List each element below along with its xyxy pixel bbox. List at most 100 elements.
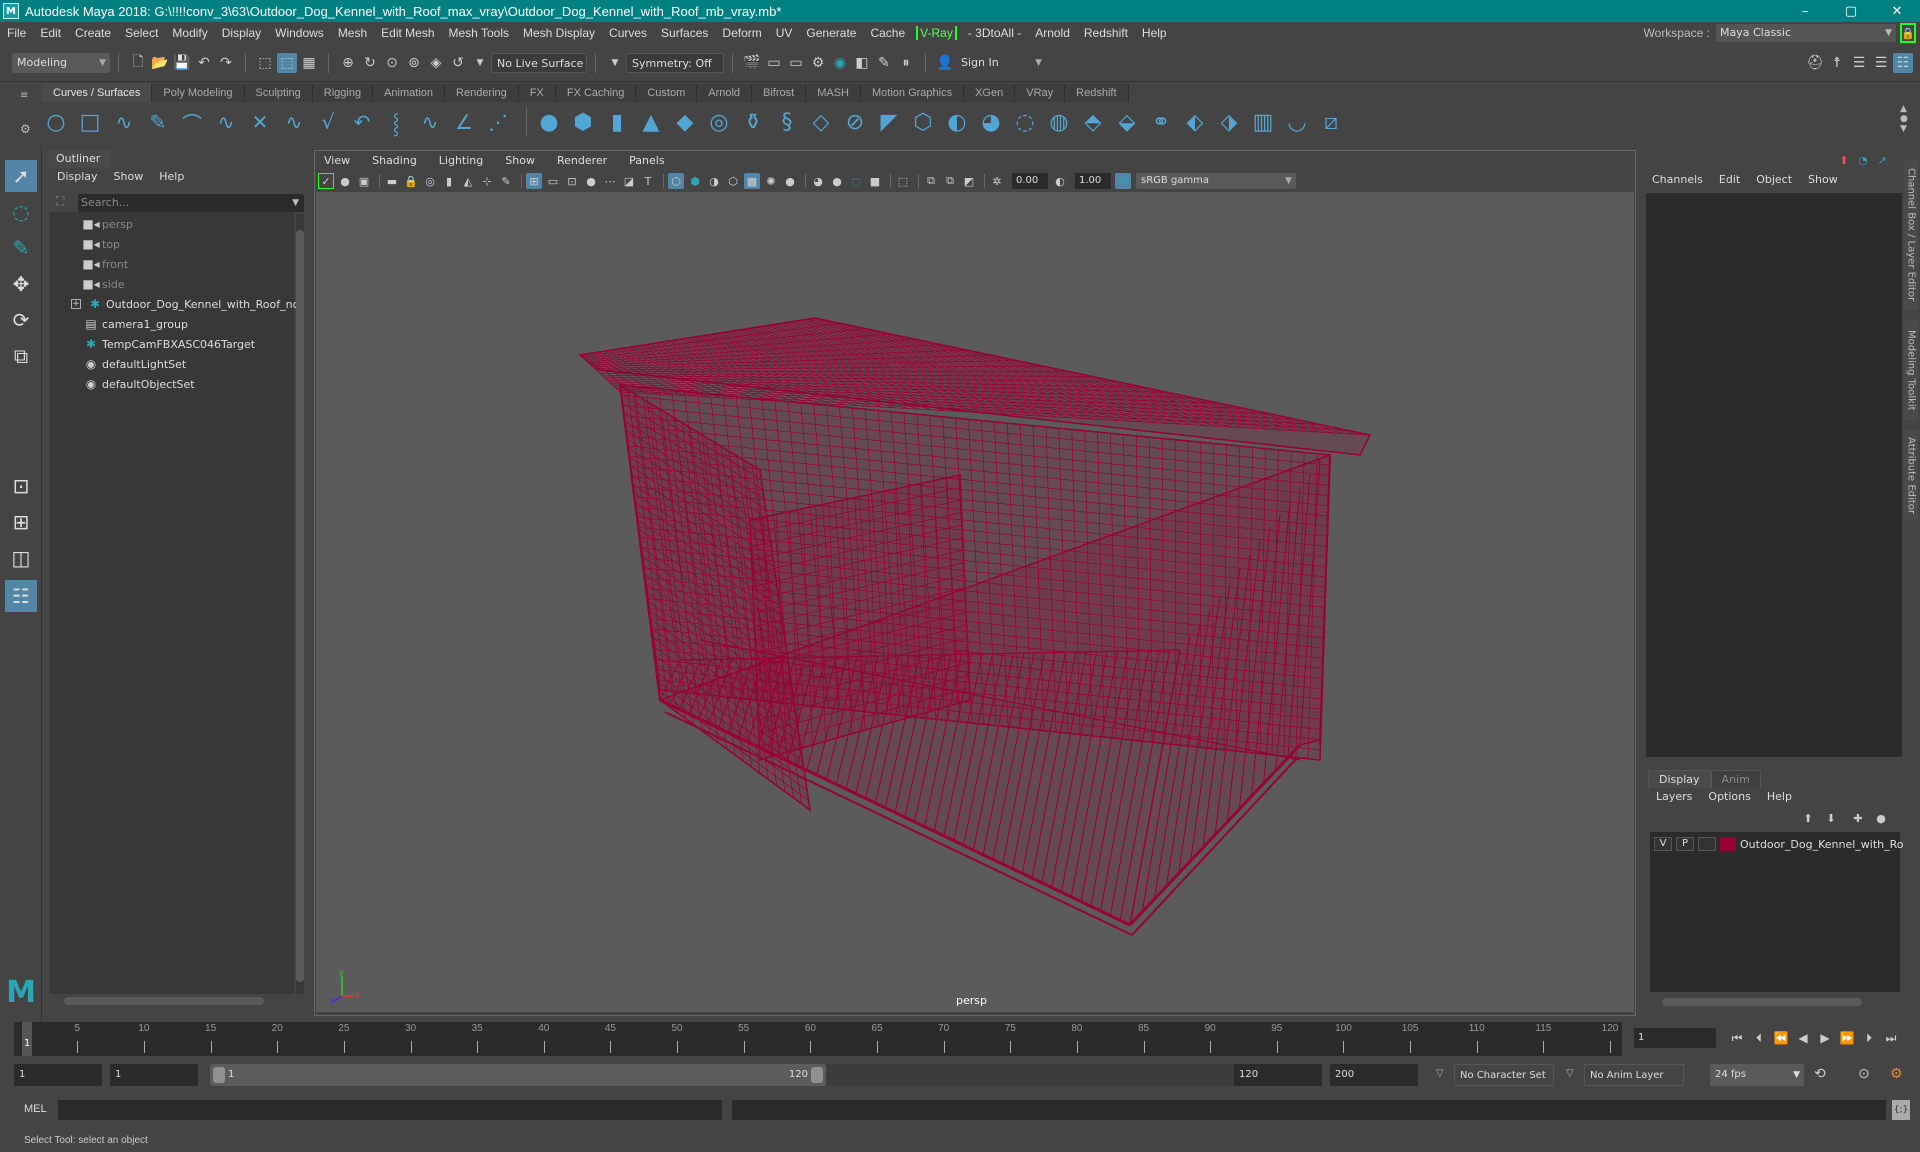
persp-outliner-layout-icon[interactable]: ◫ — [5, 542, 37, 574]
menu-file[interactable]: File — [0, 26, 33, 40]
move-tool-icon[interactable]: ✥ — [5, 268, 37, 300]
go-to-end-icon[interactable]: ⏭ — [1880, 1028, 1902, 1048]
anim-layer-arrow-icon[interactable]: ▽ — [1566, 1068, 1574, 1079]
loop-icon[interactable]: ⟲ — [1814, 1066, 1826, 1082]
menu-curves[interactable]: Curves — [602, 26, 654, 40]
outliner-menu-show[interactable]: Show — [114, 170, 144, 183]
outliner-item-front[interactable]: ■◂ front — [82, 254, 128, 274]
menu-vray[interactable]: V-Ray — [916, 26, 957, 40]
menu-cache[interactable]: Cache — [863, 26, 912, 40]
bezier-curve-icon[interactable]: ✕ — [246, 108, 274, 136]
screen-space-ao-icon[interactable]: ◕ — [810, 173, 826, 189]
symmetry-arrow-icon[interactable]: ▼ — [605, 53, 625, 73]
layer-horizontal-scrollbar[interactable] — [1650, 996, 1900, 1008]
modeling-toolkit-icon[interactable]: ⛑ — [1805, 53, 1825, 73]
xray-active-components-icon[interactable]: ⧉ — [942, 173, 958, 189]
sign-in-user-icon[interactable]: 👤 — [935, 53, 955, 73]
render-view-icon[interactable]: 🎬 — [742, 53, 762, 73]
layer-tab-display[interactable]: Display — [1648, 770, 1711, 788]
nurbs-torus-icon[interactable]: ◎ — [705, 108, 733, 136]
viewport-menu-lighting[interactable]: Lighting — [439, 154, 483, 167]
boundary-icon[interactable]: ⬡ — [909, 108, 937, 136]
command-language-label[interactable]: MEL — [24, 1103, 47, 1115]
menu-help[interactable]: Help — [1135, 26, 1174, 40]
snap-point-icon[interactable]: ⊙ — [382, 53, 402, 73]
depth-of-field-icon[interactable]: ■ — [867, 173, 883, 189]
make-live-icon[interactable]: ↺ — [448, 53, 468, 73]
image-plane-icon[interactable]: ◭ — [460, 173, 476, 189]
four-view-icon[interactable]: ⊞ — [5, 506, 37, 538]
revolve-icon[interactable]: ⚱ — [739, 108, 767, 136]
outliner-vertical-scrollbar[interactable] — [296, 214, 304, 994]
maximize-button[interactable]: ▢ — [1828, 0, 1874, 22]
safe-action-icon[interactable]: ◪ — [621, 173, 637, 189]
select-camera-icon[interactable]: ▬ — [384, 173, 400, 189]
safe-title-icon[interactable]: T — [640, 173, 656, 189]
camera-attributes-icon[interactable]: ◎ — [422, 173, 438, 189]
outliner-item-default-object-set[interactable]: ◉ defaultObjectSet — [84, 374, 195, 394]
select-tool-icon[interactable]: ➚ — [5, 160, 37, 192]
shelf-tab-motion-graphics[interactable]: Motion Graphics — [861, 84, 965, 102]
layer-menu-help[interactable]: Help — [1767, 790, 1792, 803]
viewport-menu-renderer[interactable]: Renderer — [557, 154, 607, 167]
menu-edit-mesh[interactable]: Edit Mesh — [374, 26, 441, 40]
menu-create[interactable]: Create — [68, 26, 118, 40]
play-forwards-icon[interactable]: ▶ — [1814, 1028, 1836, 1048]
shelf-tab-xgen[interactable]: XGen — [964, 84, 1016, 102]
expand-icon[interactable]: + — [71, 299, 81, 309]
shelf-tab-vray[interactable]: VRay — [1015, 84, 1066, 102]
surface-editing-icon[interactable]: ⧄ — [1317, 108, 1345, 136]
shelf-menu-icon[interactable]: ≡ — [20, 90, 28, 101]
nurbs-cylinder-icon[interactable]: ▮ — [603, 108, 631, 136]
motion-blur-icon[interactable]: ● — [829, 173, 845, 189]
snap-grid-icon[interactable]: ⊕ — [338, 53, 358, 73]
cv-curve-tool-icon[interactable]: ∿ — [212, 108, 240, 136]
wireframe-icon[interactable]: ⬡ — [668, 173, 684, 189]
grease-pencil-icon[interactable]: ✎ — [498, 173, 514, 189]
side-tab-attribute-editor[interactable]: Attribute Editor — [1904, 430, 1918, 520]
redo-icon[interactable]: ↷ — [216, 53, 236, 73]
color-management-toggle-icon[interactable]: ON — [1115, 173, 1131, 189]
outliner-item-kennel[interactable]: + ✱ Outdoor_Dog_Kennel_with_Roof_ncl — [71, 294, 302, 314]
start-frame-field[interactable]: 1 — [14, 1064, 102, 1086]
viewport-menu-show[interactable]: Show — [505, 154, 535, 167]
bookmark-icon[interactable]: ▮ — [441, 173, 457, 189]
layer-display-type-toggle[interactable] — [1698, 837, 1716, 851]
smooth-shade-icon[interactable]: ⬢ — [687, 173, 703, 189]
go-to-start-icon[interactable]: ⏮ — [1726, 1028, 1748, 1048]
move-layer-up-icon[interactable]: ⬆ — [1800, 810, 1816, 826]
rotate-tool-icon[interactable]: ⟳ — [5, 304, 37, 336]
menu-redshift[interactable]: Redshift — [1077, 26, 1135, 40]
resolution-gate-icon[interactable]: ⊡ — [564, 173, 580, 189]
outliner-tab[interactable]: Outliner — [48, 150, 110, 168]
trim-tool-icon[interactable]: ⬘ — [1079, 108, 1107, 136]
single-perspective-view-icon[interactable]: ⊡ — [5, 470, 37, 502]
insert-knot-icon[interactable]: ↶ — [348, 108, 376, 136]
new-scene-icon[interactable]: 🗋 — [128, 53, 148, 73]
detach-surfaces-icon[interactable]: ⬖ — [1181, 108, 1209, 136]
shelf-tab-bifrost[interactable]: Bifrost — [752, 84, 807, 102]
play-backwards-icon[interactable]: ◀ — [1792, 1028, 1814, 1048]
bevel-icon[interactable]: ◕ — [977, 108, 1005, 136]
offset-curve-icon[interactable]: ∿ — [416, 108, 444, 136]
render-current-frame-icon[interactable]: ▭ — [764, 53, 784, 73]
menu-generate[interactable]: Generate — [799, 26, 863, 40]
open-scene-icon[interactable]: 📂 — [150, 53, 170, 73]
ipr-render-icon[interactable]: ▭ — [786, 53, 806, 73]
shelf-tab-rendering[interactable]: Rendering — [445, 84, 519, 102]
end-frame-field[interactable]: 200 — [1330, 1064, 1418, 1086]
sign-in-button[interactable]: Sign In ▼ — [956, 52, 1046, 73]
outliner-menu-display[interactable]: Display — [57, 170, 98, 183]
layer-tab-anim[interactable]: Anim — [1710, 770, 1761, 788]
vray-sphere-icon[interactable]: ● — [337, 173, 353, 189]
planar-icon[interactable]: ◇ — [807, 108, 835, 136]
outliner-layout-icon[interactable]: ☷ — [5, 580, 37, 612]
select-component-icon[interactable]: ▦ — [299, 53, 319, 73]
shelf-tab-redshift[interactable]: Redshift — [1065, 84, 1129, 102]
outliner-search-input[interactable]: Search... ▼ — [78, 194, 304, 212]
channelbox-menu-show[interactable]: Show — [1808, 173, 1838, 186]
vray-region-icon[interactable]: ▣ — [356, 173, 372, 189]
side-tab-channel-box[interactable]: Channel Box / Layer Editor — [1904, 160, 1918, 310]
snap-view-plane-icon[interactable]: ◈ — [426, 53, 446, 73]
shelf-tab-sculpting[interactable]: Sculpting — [244, 84, 313, 102]
